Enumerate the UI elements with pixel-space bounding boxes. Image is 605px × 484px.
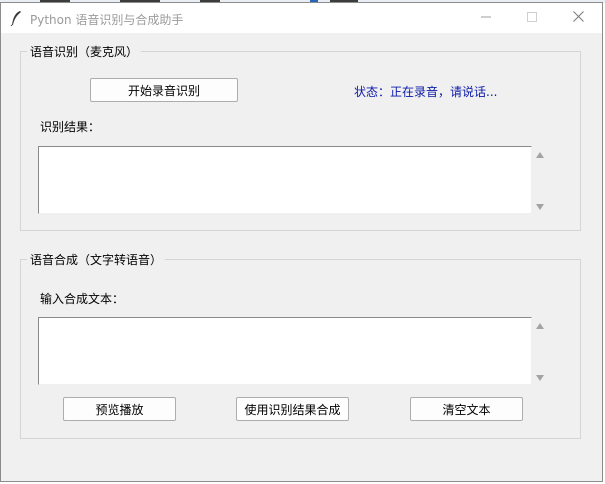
synthesis-input-textarea[interactable] <box>38 317 532 385</box>
preview-play-button[interactable]: 预览播放 <box>63 397 176 421</box>
app-window: Python 语音识别与合成助手 语音识别（麦克风） 开始录音识别 状态：正在录… <box>0 2 603 482</box>
recognition-group-title: 语音识别（麦克风） <box>27 43 142 60</box>
synthesize-from-result-button[interactable]: 使用识别结果合成 <box>236 397 349 421</box>
status-text: 状态：正在录音，请说话... <box>354 85 498 99</box>
scroll-up-icon[interactable] <box>536 323 544 329</box>
input-label: 输入合成文本： <box>40 292 125 306</box>
minimize-icon <box>481 11 491 25</box>
clear-text-button[interactable]: 清空文本 <box>410 397 523 421</box>
close-icon <box>572 11 584 25</box>
title-bar[interactable]: Python 语音识别与合成助手 <box>1 3 602 33</box>
feather-icon <box>10 10 22 27</box>
start-recording-button[interactable]: 开始录音识别 <box>90 78 238 102</box>
scroll-up-icon[interactable] <box>536 152 544 158</box>
speech-synthesis-group: 语音合成（文字转语音） 输入合成文本： 预览播放 使用识别结果合成 清空文本 <box>20 251 581 439</box>
scroll-down-icon[interactable] <box>536 375 544 381</box>
recognition-result-textarea[interactable] <box>38 146 532 214</box>
scroll-down-icon[interactable] <box>536 204 544 210</box>
maximize-icon <box>527 11 537 25</box>
speech-recognition-group: 语音识别（麦克风） 开始录音识别 状态：正在录音，请说话... 识别结果： <box>20 43 581 231</box>
minimize-button[interactable] <box>463 3 509 33</box>
result-scrollbar[interactable] <box>532 146 549 214</box>
input-scrollbar[interactable] <box>532 317 549 385</box>
maximize-button[interactable] <box>509 3 555 33</box>
result-label: 识别结果： <box>40 120 101 134</box>
close-button[interactable] <box>555 3 601 33</box>
synthesis-group-title: 语音合成（文字转语音） <box>27 251 166 268</box>
window-title: Python 语音识别与合成助手 <box>30 13 184 27</box>
